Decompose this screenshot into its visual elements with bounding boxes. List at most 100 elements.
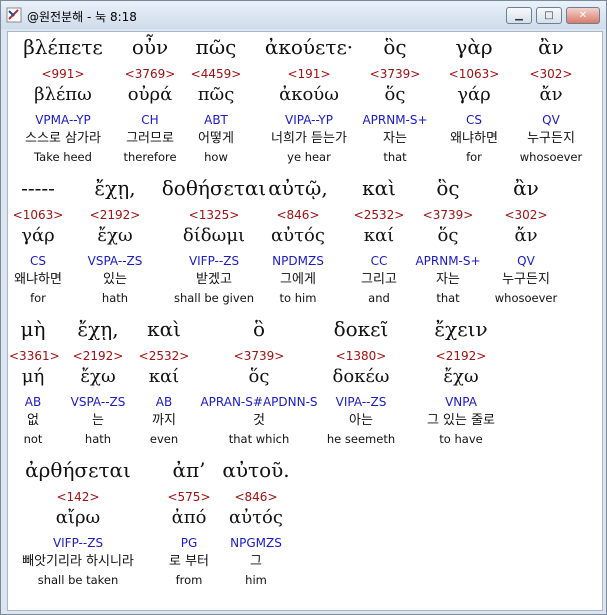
word-strong: <846> bbox=[234, 490, 278, 504]
word-lemma: ὅς bbox=[437, 225, 459, 246]
word-english: that bbox=[436, 291, 460, 305]
word-korean: 것 bbox=[253, 413, 265, 428]
word-greek: καὶ bbox=[147, 317, 181, 341]
word-english: whosoever bbox=[519, 150, 583, 164]
word-english: for bbox=[30, 291, 46, 305]
word-parse: QV bbox=[517, 254, 535, 268]
word-greek: οὖν bbox=[131, 35, 169, 59]
word-greek: ὃς bbox=[383, 35, 407, 59]
word-korean: 는 bbox=[92, 413, 104, 428]
word-strong: <302> bbox=[504, 208, 548, 222]
word-lemma: βλέπω bbox=[34, 84, 92, 105]
word-greek: γὰρ bbox=[455, 35, 493, 59]
word-lemma: πῶς bbox=[197, 84, 235, 105]
word-parse: VIFP--ZS bbox=[52, 536, 104, 550]
word-strong: <846> bbox=[276, 208, 320, 222]
word-parse: APRNM-S+ bbox=[415, 254, 481, 268]
word-korean: 없 bbox=[27, 413, 39, 428]
word-english: him bbox=[245, 573, 267, 587]
word-korean: 너희가 듣는가 bbox=[271, 131, 347, 146]
close-button[interactable]: ✕ bbox=[566, 7, 600, 24]
word-english: that bbox=[383, 150, 407, 164]
word-strong: <2192> bbox=[89, 208, 141, 222]
word-lemma: ὅς bbox=[248, 366, 270, 387]
word-greek: ἔχῃ, bbox=[94, 176, 136, 200]
word-korean: 누구든지 bbox=[502, 272, 550, 287]
word-strong: <2532> bbox=[138, 349, 190, 363]
word-strong: <142> bbox=[56, 490, 100, 504]
word-korean: 로 부터 bbox=[168, 554, 209, 569]
word-english: from bbox=[175, 573, 203, 587]
analysis-pane[interactable]: βλέπετε <991> βλέπω VPMA--YP 스스로 삼가라 Take hee… bbox=[7, 31, 603, 611]
word-lemma: ὅς bbox=[384, 84, 406, 105]
word-korean: 그 있는 줄로 bbox=[426, 413, 496, 428]
word-greek: βλέπετε bbox=[23, 35, 103, 59]
word-greek: δοκεῖ bbox=[333, 317, 389, 341]
word-strong: <3739> bbox=[233, 349, 285, 363]
word-strong: <302> bbox=[529, 67, 573, 81]
word-parse: APRAN-S#APDNN-S bbox=[200, 395, 318, 409]
word-lemma: αὐτός bbox=[271, 225, 325, 246]
minimize-button[interactable]: ▁ bbox=[506, 7, 532, 24]
word-greek: ἀρθήσεται bbox=[25, 458, 131, 482]
word-greek: ἀκούετε· bbox=[264, 35, 354, 59]
word-parse: VPMA--YP bbox=[35, 113, 91, 127]
word-greek: ἀπ’ bbox=[172, 458, 206, 482]
word-lemma: αἴρω bbox=[55, 507, 101, 528]
word-english: therefore bbox=[123, 150, 177, 164]
word-greek: ὃς bbox=[436, 176, 460, 200]
word-lemma: ἀκούω bbox=[279, 84, 339, 105]
word-korean: 아는 bbox=[349, 413, 373, 428]
word-greek: αὐτοῦ. bbox=[222, 458, 290, 482]
word-strong: <1063> bbox=[448, 67, 500, 81]
word-lemma: ἔχω bbox=[97, 225, 133, 246]
word-lemma: ἀπό bbox=[171, 507, 207, 528]
word-parse: CH bbox=[141, 113, 159, 127]
word-english: hath bbox=[84, 432, 112, 446]
word-korean: 왜냐하면 bbox=[450, 131, 498, 146]
word-lemma: γάρ bbox=[21, 225, 55, 246]
word-english: ye hear bbox=[287, 150, 331, 164]
word-strong: <1380> bbox=[335, 349, 387, 363]
word-lemma: ἔχω bbox=[80, 366, 116, 387]
word-parse: VIPA--YP bbox=[285, 113, 333, 127]
word-korean: 그리고 bbox=[361, 272, 397, 287]
word-parse: PG bbox=[180, 536, 198, 550]
word-lemma: αὐτός bbox=[229, 507, 283, 528]
word-korean: 자는 bbox=[436, 272, 460, 287]
word-greek: ἔχειν bbox=[434, 317, 488, 341]
word-english: that which bbox=[228, 432, 290, 446]
word-strong: <575> bbox=[167, 490, 211, 504]
title-bar[interactable]: @원전분해 - 눅 8:18 ▁ □ ✕ bbox=[1, 1, 606, 29]
word-parse: ABT bbox=[204, 113, 228, 127]
word-english: for bbox=[466, 150, 482, 164]
word-korean: 까지 bbox=[152, 413, 176, 428]
word-parse: APRNM-S+ bbox=[362, 113, 428, 127]
word-english: he seemeth bbox=[326, 432, 396, 446]
close-icon: ✕ bbox=[578, 10, 588, 21]
word-english: Take heed bbox=[34, 150, 92, 164]
word-parse: CC bbox=[370, 254, 388, 268]
word-korean: 어떻게 bbox=[198, 131, 234, 146]
word-english: and bbox=[368, 291, 390, 305]
word-korean: 왜냐하면 bbox=[14, 272, 62, 287]
word-english: even bbox=[149, 432, 179, 446]
word-parse: AB bbox=[24, 395, 42, 409]
word-parse: VIPA--ZS bbox=[335, 395, 387, 409]
word-korean: 자는 bbox=[383, 131, 407, 146]
word-strong: <3769> bbox=[124, 67, 176, 81]
maximize-button[interactable]: □ bbox=[536, 7, 562, 24]
word-strong: <3361> bbox=[9, 349, 60, 363]
word-lemma: οὐρά bbox=[127, 84, 173, 105]
word-parse: VSPA--ZS bbox=[70, 395, 126, 409]
word-lemma: μή bbox=[21, 366, 45, 387]
word-greek: ἂν bbox=[513, 176, 539, 200]
word-parse: CS bbox=[466, 113, 482, 127]
word-korean: 빼앗기리라 하시니라 bbox=[22, 554, 134, 569]
word-english: to him bbox=[279, 291, 317, 305]
word-parse: CS bbox=[30, 254, 46, 268]
word-greek: ἔχῃ, bbox=[77, 317, 119, 341]
word-strong: <2192> bbox=[72, 349, 124, 363]
word-strong: <191> bbox=[287, 67, 331, 81]
word-strong: <3739> bbox=[422, 208, 474, 222]
